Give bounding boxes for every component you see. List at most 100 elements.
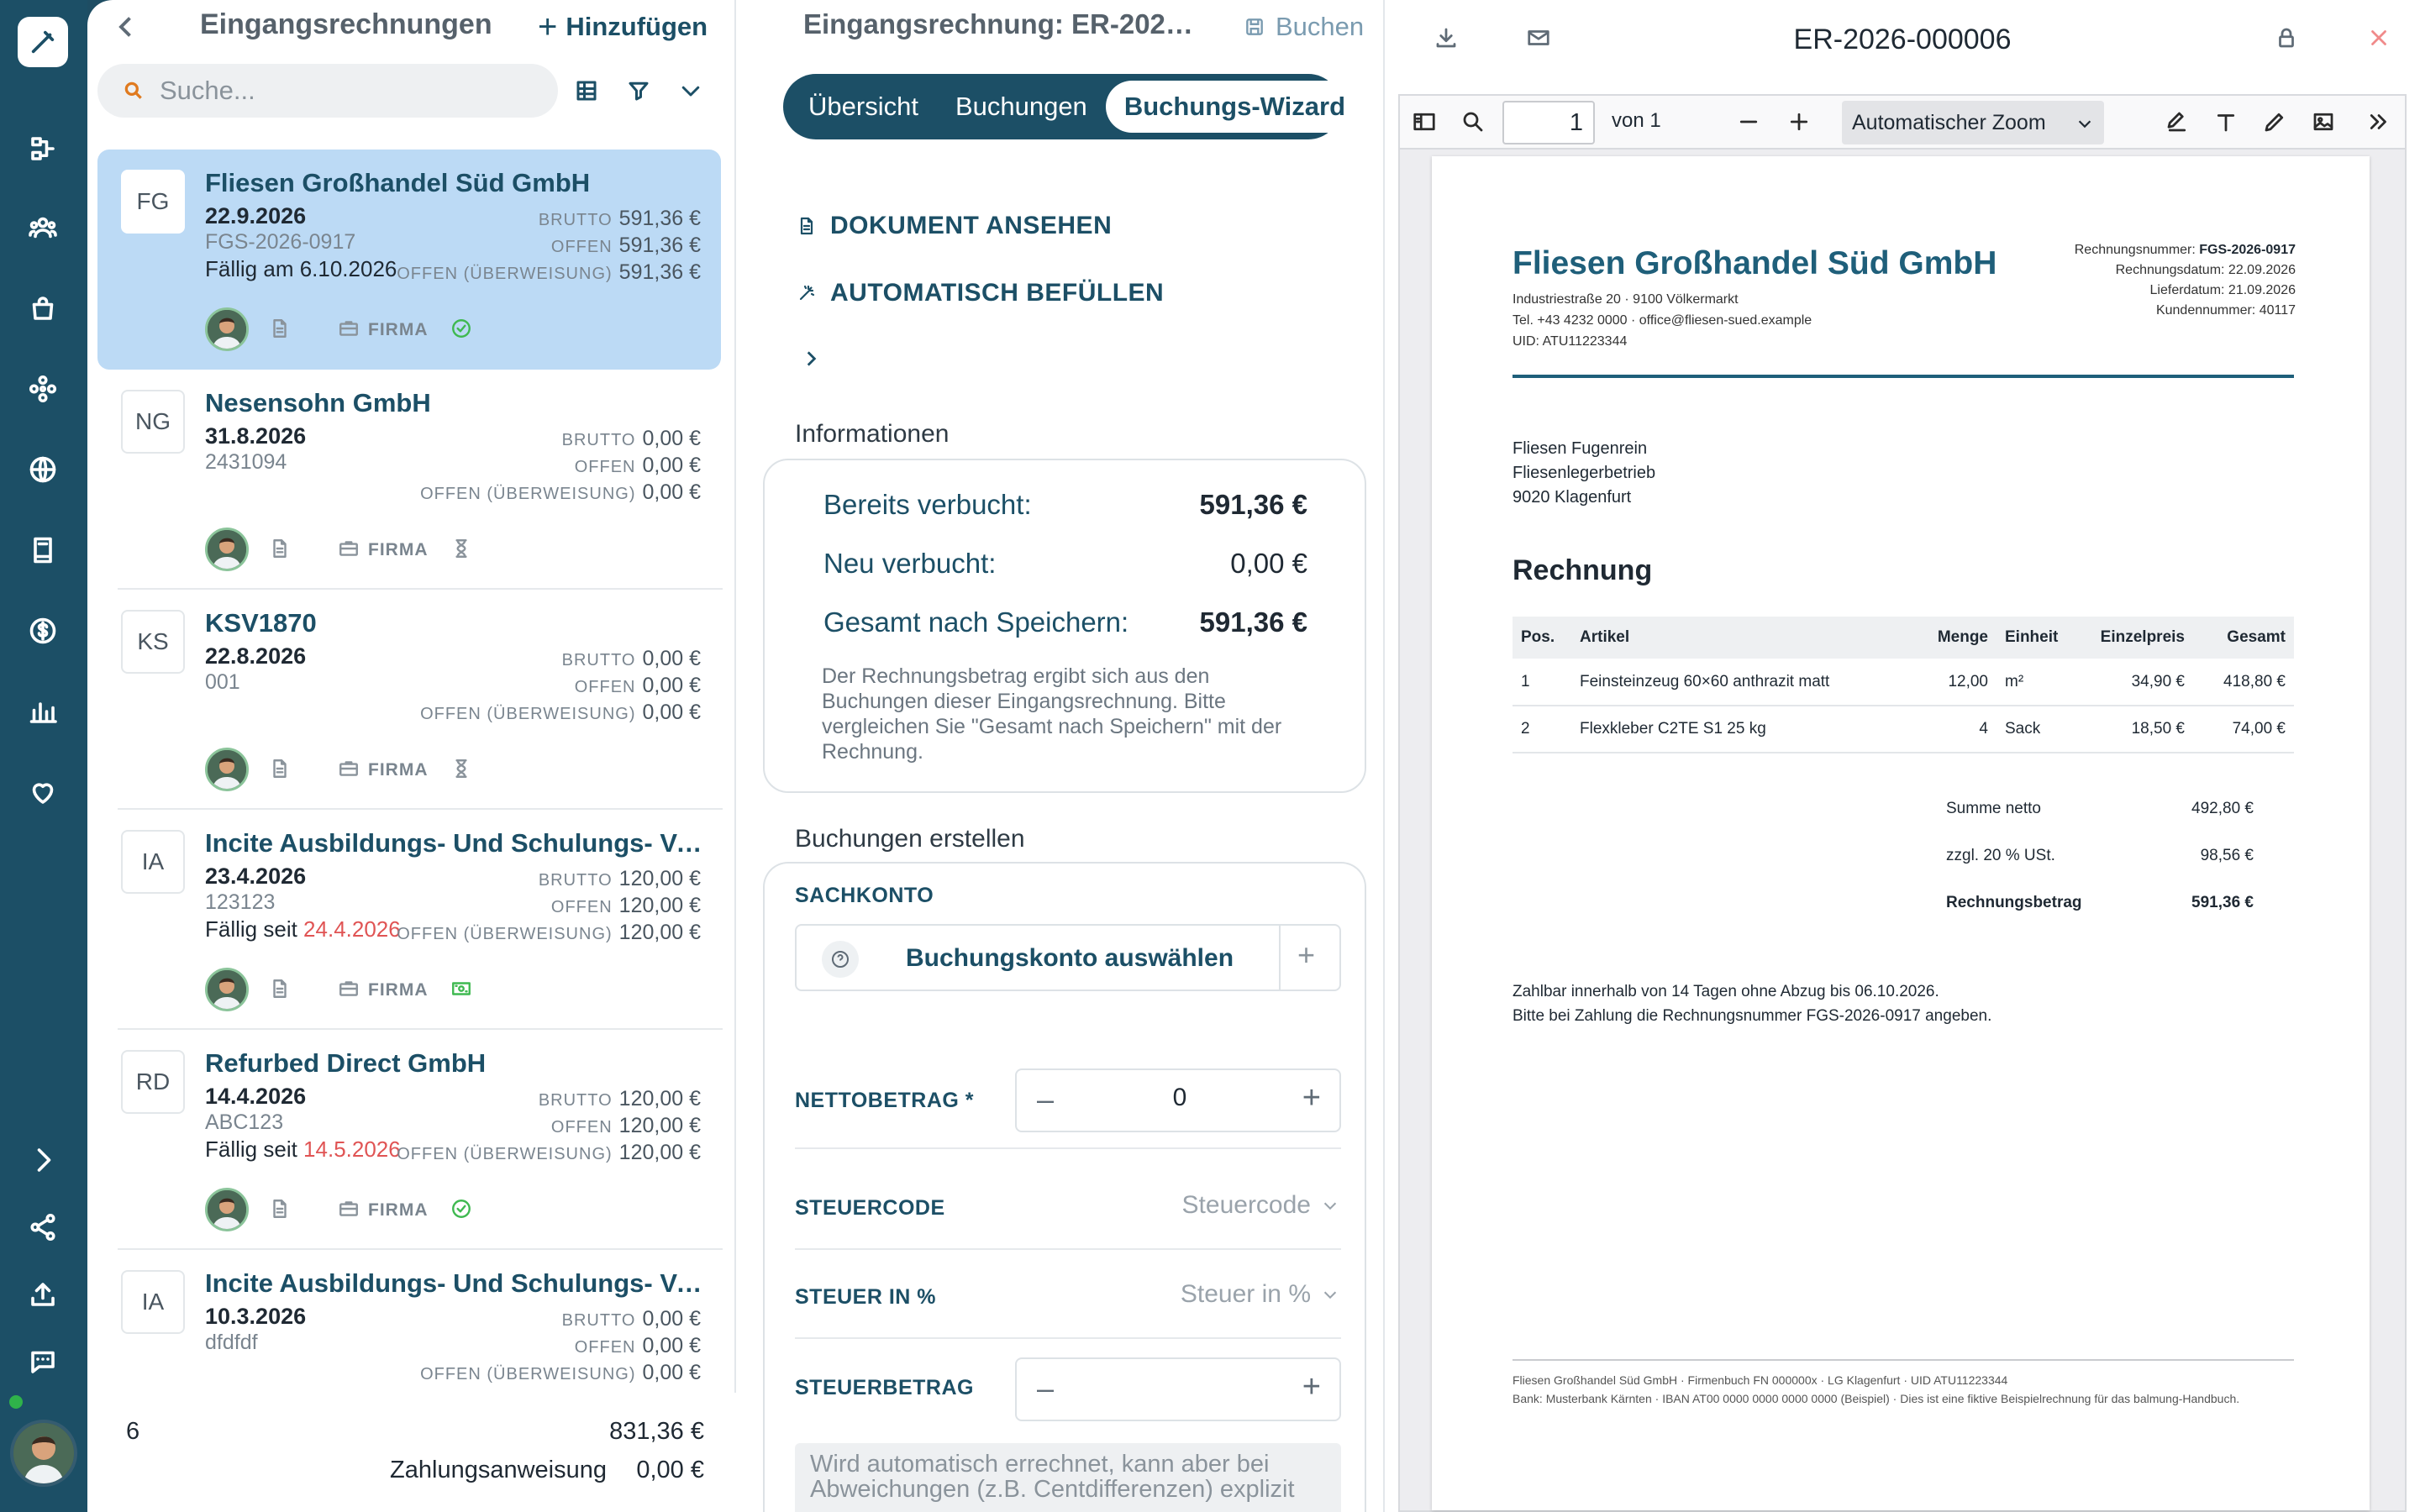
heart-icon[interactable] (24, 773, 62, 811)
sum-label: zzgl. 20 % USt. (1946, 847, 2055, 864)
user-avatar[interactable] (10, 1420, 77, 1487)
list-footer: 6 831,36 € Zahlungsanweisung 0,00 € (87, 1393, 736, 1512)
steuerbetrag-stepper[interactable]: – + (1015, 1357, 1341, 1421)
minus-icon[interactable]: – (1037, 1082, 1054, 1117)
recipient-line: 9020 Klagenfurt (1512, 488, 1632, 507)
amount-brutto: BRUTTO 0,00 € (562, 1307, 701, 1331)
zoom-select[interactable]: Automatischer Zoom (1842, 101, 2104, 144)
text-icon[interactable] (2213, 109, 2240, 136)
add-account-icon[interactable]: + (1297, 937, 1315, 973)
steuerbetrag-input[interactable] (1076, 1373, 1284, 1401)
amount-value: 591,36 € (618, 207, 701, 230)
share-icon[interactable] (24, 1208, 62, 1247)
search-input[interactable] (160, 76, 513, 106)
zoom-in-icon[interactable] (1786, 109, 1813, 136)
globe-icon[interactable] (24, 450, 62, 489)
steuer-pct-select[interactable]: Steuer in % (1181, 1280, 1339, 1309)
invoice-heading: Rechnung (1512, 554, 1653, 586)
list-item[interactable]: RD Refurbed Direct GmbH 14.4.2026 ABC123… (97, 1030, 723, 1250)
list-item[interactable]: FG Fliesen Großhandel Süd GmbH 22.9.2026… (97, 150, 721, 370)
autofill-button[interactable]: AUTOMATISCH BEFÜLLEN (797, 279, 1164, 307)
chevron-down-icon[interactable] (676, 76, 706, 106)
minus-icon[interactable]: – (1037, 1371, 1054, 1406)
column-header: Pos. (1512, 617, 1571, 659)
document-icon (800, 217, 813, 235)
invoice-total: 831,36 € (609, 1418, 704, 1445)
document-icon[interactable] (269, 318, 291, 344)
netto-input[interactable] (1076, 1084, 1284, 1112)
book-button[interactable]: Buchen (1244, 12, 1364, 42)
upload-icon[interactable] (24, 1275, 62, 1314)
invoice-date: 22.9.2026 (205, 203, 307, 228)
tab-buchungs-wizard[interactable]: Buchungs-Wizard (1105, 81, 1365, 133)
lock-icon[interactable] (2274, 25, 2304, 55)
add-invoice-button[interactable]: + Hinzufügen (538, 10, 708, 44)
column-header: Menge (1921, 617, 1996, 659)
amount-label: BRUTTO (538, 871, 613, 890)
flow-icon[interactable] (24, 129, 62, 168)
draw-icon[interactable] (2262, 109, 2289, 136)
sidebar-toggle-icon[interactable] (1412, 109, 1439, 136)
document-icon[interactable] (269, 978, 291, 1004)
netto-stepper[interactable]: – + (1015, 1068, 1341, 1132)
list-item[interactable]: IA Incite Ausbildungs- Und Schulungs- Ve… (97, 1250, 721, 1393)
chart-icon[interactable] (24, 692, 62, 731)
book-icon[interactable] (24, 531, 62, 570)
bag-icon[interactable] (24, 289, 62, 328)
amount-offen-ueberweisung: OFFEN (ÜBERWEISUNG) 0,00 € (420, 1361, 701, 1385)
search-icon (124, 81, 142, 99)
list-item[interactable]: KS KSV1870 22.8.2026 001 BRUTTO 0,00 € OF… (97, 590, 723, 810)
close-icon[interactable] (2366, 25, 2396, 55)
back-icon[interactable] (111, 12, 141, 42)
filter-icon[interactable] (623, 76, 654, 106)
company-tag: FIRMA (368, 760, 429, 780)
table-row: 2 Flexkleber C2TE S1 25 kg 4 Sack 18,50 … (1512, 706, 2294, 753)
amount-offen: OFFEN 591,36 € (551, 234, 701, 258)
document-icon[interactable] (269, 538, 291, 564)
dollar-icon[interactable] (24, 612, 62, 650)
meta-line: Kundennummer: 40117 (2075, 301, 2296, 321)
info-label: Bereits verbucht: (823, 489, 1032, 520)
amount-label: OFFEN (550, 238, 613, 256)
amount-value: 591,36 € (618, 234, 701, 257)
app-logo[interactable] (18, 17, 68, 67)
chevron-right-icon[interactable] (800, 348, 822, 374)
book-button-label: Buchen (1276, 12, 1365, 41)
sum-net-row: Summe netto 492,80 € (1946, 800, 2254, 818)
search-field[interactable] (97, 64, 558, 118)
chat-icon[interactable] (24, 1342, 62, 1381)
account-select[interactable]: Buchungskonto auswählen + (795, 924, 1341, 991)
check-icon (450, 318, 472, 344)
table-cell: Sack (1996, 706, 2084, 753)
payment-order-value: 0,00 € (636, 1457, 704, 1483)
document-icon[interactable] (269, 1198, 291, 1224)
view-document-button[interactable]: DOKUMENT ANSEHEN (797, 212, 1112, 240)
detail-title: Eingangsrechnung: ER-2026-000006 (803, 8, 1203, 39)
amount-value: 0,00 € (642, 701, 701, 724)
document-icon[interactable] (269, 758, 291, 784)
table-view-icon[interactable] (571, 76, 602, 106)
plus-icon[interactable]: + (1302, 1369, 1321, 1405)
search-icon[interactable] (1460, 109, 1487, 136)
plus-icon[interactable]: + (1302, 1080, 1321, 1116)
invoice-recipient: Fliesen Fugenrein Fliesenlegerbetrieb 90… (1512, 437, 1655, 510)
netto-label: NETTOBETRAG * (795, 1089, 974, 1112)
more-tools-icon[interactable] (2366, 109, 2393, 136)
image-icon[interactable] (2311, 109, 2338, 136)
add-invoice-label: Hinzufügen (566, 12, 708, 41)
steuercode-select[interactable]: Steuercode (1182, 1191, 1339, 1220)
expand-icon[interactable] (24, 1141, 62, 1179)
highlight-icon[interactable] (2165, 109, 2191, 136)
users-icon[interactable] (24, 208, 62, 247)
list-item[interactable]: IA Incite Ausbildungs- Und Schulungs- Ve… (97, 810, 723, 1030)
modules-icon[interactable] (24, 370, 62, 408)
amount-label: OFFEN (ÜBERWEISUNG) (397, 925, 613, 943)
table-cell: 74,00 € (2193, 706, 2294, 753)
zoom-out-icon[interactable] (1736, 109, 1763, 136)
list-item[interactable]: NG Nesensohn GmbH 31.8.2026 2431094 BRUT… (97, 370, 723, 590)
page-number-input[interactable] (1502, 101, 1595, 144)
tab-buchungen[interactable]: Buchungen (937, 81, 1106, 133)
sum-tax-row: zzgl. 20 % USt. 98,56 € (1946, 847, 2254, 865)
tab-uebersicht[interactable]: Übersicht (790, 81, 937, 133)
money-icon (450, 978, 472, 1004)
